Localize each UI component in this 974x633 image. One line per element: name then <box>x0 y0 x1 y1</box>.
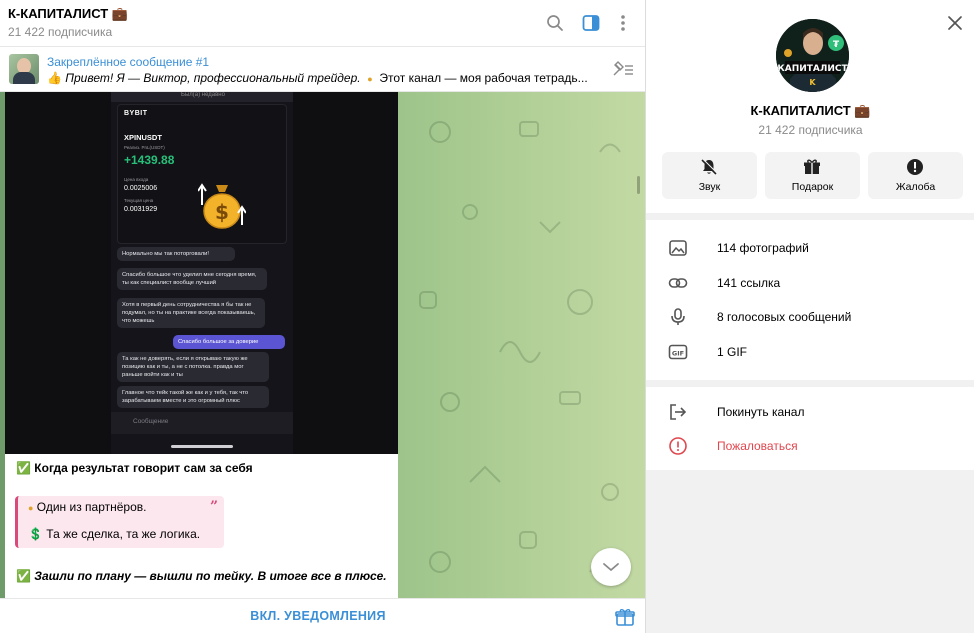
avatar-text: КАПИТАЛИСТ <box>777 64 848 74</box>
profile-name: К-КАПИТАЛИСТ 💼 <box>750 103 871 118</box>
profile-panel: ₮ КАПИТАЛИСТ K К-КАПИТАЛИСТ 💼 21 422 под… <box>645 0 974 633</box>
trade-pair: XPINUSDT <box>124 133 162 142</box>
logout-icon <box>670 404 687 420</box>
thumbs-up-emoji: 👍 <box>47 71 62 85</box>
svg-text:K: K <box>809 78 816 87</box>
pinned-main-text: Привет! Я — Виктор, профессиональный тре… <box>65 71 361 85</box>
chat-header[interactable]: К-КАПИТАЛИСТ 💼 21 422 подписчика <box>0 0 645 47</box>
bottom-bar: ВКЛ. УВЕДОМЛЕНИЯ <box>0 598 645 633</box>
report-channel-button[interactable]: Пожаловаться <box>646 429 974 463</box>
report-button[interactable]: Жалоба <box>868 152 963 199</box>
screenshot-input-bar: Сообщение <box>111 412 293 434</box>
media-row-gif[interactable]: GIF 1 GIF <box>646 335 974 369</box>
shared-media-list: 114 фотографий 141 ссылка 8 голосовых со… <box>646 220 974 380</box>
current-price-value: 0.0031929 <box>124 206 158 213</box>
photo-icon <box>669 240 687 256</box>
link-icon <box>668 278 688 288</box>
gift-label: Подарок <box>791 181 834 193</box>
gift-icon <box>804 159 820 174</box>
channel-post: Был(а) недавно BYBIT XPINUSDT Реализ. Pn… <box>5 92 398 598</box>
svg-text:$: $ <box>215 200 229 224</box>
dollar-emoji: 💲 <box>28 527 43 541</box>
pinned-rest-text: Этот канал — моя рабочая тетрадь... <box>379 71 588 85</box>
report-label: Жалоба <box>895 181 936 193</box>
mute-button[interactable]: Звук <box>662 152 757 199</box>
media-row-photos[interactable]: 114 фотографий <box>646 231 974 265</box>
screenshot-message-own: Спасибо большое за доверие <box>173 335 285 349</box>
alert-icon <box>669 437 687 455</box>
avatar[interactable]: ₮ КАПИТАЛИСТ K <box>776 19 849 92</box>
more-vertical-icon[interactable] <box>612 12 634 34</box>
svg-text:GIF: GIF <box>672 350 684 358</box>
phone-screenshot: Был(а) недавно BYBIT XPINUSDT Реализ. Pn… <box>111 92 293 454</box>
unpin-icon[interactable] <box>611 60 635 80</box>
chat-subscriber-count: 21 422 подписчика <box>8 25 113 39</box>
scroll-to-bottom-button[interactable] <box>591 548 631 586</box>
check-emoji: ✅ <box>16 461 31 475</box>
post-headline: ✅ Когда результат говорит сам за себя <box>16 461 253 475</box>
bullet-emoji: ● <box>28 503 34 513</box>
mute-label: Звук <box>698 181 721 193</box>
chevron-down-icon <box>603 563 619 572</box>
report-channel-label: Пожаловаться <box>717 439 798 453</box>
home-indicator <box>171 445 233 448</box>
trade-card: BYBIT XPINUSDT Реализ. PnL(USDT) +1439.8… <box>117 104 287 244</box>
post-photo[interactable]: Был(а) недавно BYBIT XPINUSDT Реализ. Pn… <box>5 92 398 454</box>
search-icon[interactable] <box>544 12 566 34</box>
mute-bell-icon <box>701 158 718 175</box>
channel-actions: Покинуть канал Пожаловаться <box>646 387 974 470</box>
entry-value: 0.0025006 <box>124 185 158 192</box>
media-row-links[interactable]: 141 ссылка <box>646 266 974 300</box>
gif-icon: GIF <box>668 344 688 360</box>
quote-line-2-text: Та же сделка, та же логика. <box>46 527 201 541</box>
quote-line-1-text: Один из партнёров. <box>36 500 147 514</box>
quote-line-2: 💲 Та же сделка, та же логика. <box>28 527 200 541</box>
chat-status-text: Был(а) недавно <box>181 92 225 98</box>
microphone-icon <box>671 308 685 325</box>
media-row-label: 8 голосовых сообщений <box>717 310 852 324</box>
pinned-preview-text: 👍 Привет! Я — Виктор, профессиональный т… <box>47 71 602 85</box>
leave-channel-label: Покинуть канал <box>717 405 805 419</box>
chat-title[interactable]: К-КАПИТАЛИСТ 💼 <box>8 6 128 22</box>
profile-card: ₮ КАПИТАЛИСТ K К-КАПИТАЛИСТ 💼 21 422 под… <box>646 0 974 213</box>
pinned-message-bar[interactable]: Закреплённое сообщение #1 👍 Привет! Я — … <box>0 48 645 92</box>
chat-panel: К-КАПИТАЛИСТ 💼 21 422 подписчика Закрепл… <box>0 0 645 633</box>
post-footer: ✅ Зашли по плану — вышли по тейку. В ито… <box>16 569 387 583</box>
media-row-voice[interactable]: 8 голосовых сообщений <box>646 300 974 334</box>
check-emoji: ✅ <box>16 569 31 583</box>
screenshot-message: Главное что тейк такой же как и у тебя, … <box>117 386 269 408</box>
pinned-thumbnail <box>9 54 39 84</box>
gift-icon[interactable] <box>615 607 635 627</box>
screenshot-message: Спасибо большое что уделил мне сегодня в… <box>117 268 267 290</box>
bullet-emoji: ● <box>367 74 373 84</box>
media-row-label: 114 фотографий <box>717 241 809 255</box>
pnl-value: +1439.88 <box>124 153 175 167</box>
media-row-label: 141 ссылка <box>717 276 781 290</box>
entry-label: Цена входа <box>124 177 149 182</box>
quote-mark-icon: ” <box>209 499 218 515</box>
enable-notifications-button[interactable]: ВКЛ. УВЕДОМЛЕНИЯ <box>0 599 636 633</box>
post-footer-text: Зашли по плану — вышли по тейку. В итоге… <box>34 569 387 583</box>
screenshot-message: Хотя в первый день сотрудничества я бы т… <box>117 298 265 328</box>
quote-line-1: ● Один из партнёров. <box>28 500 147 514</box>
svg-text:₮: ₮ <box>833 40 840 50</box>
pinned-label: Закреплённое сообщение #1 <box>47 55 210 69</box>
current-price-label: Текущая цена <box>124 198 154 203</box>
post-headline-text: Когда результат говорит сам за себя <box>34 461 253 475</box>
pnl-label: Реализ. PnL(USDT) <box>124 145 165 150</box>
sidebar-toggle-icon[interactable] <box>580 12 602 34</box>
media-row-label: 1 GIF <box>717 345 748 359</box>
profile-subscriber-count: 21 422 подписчика <box>758 123 863 137</box>
money-bag-icon: $ <box>198 183 246 229</box>
report-icon <box>907 159 923 175</box>
gift-button[interactable]: Подарок <box>765 152 860 199</box>
screenshot-message: Нормально мы так поторговали! <box>117 247 235 261</box>
quote-block: ” ● Один из партнёров. 💲 Та же сделка, т… <box>15 496 224 548</box>
screenshot-message: Та как не доверять, если я открываю таку… <box>117 352 269 382</box>
chat-scrollbar[interactable] <box>637 176 640 194</box>
close-icon[interactable] <box>945 13 965 33</box>
exchange-logo: BYBIT <box>124 110 148 117</box>
screenshot-input-placeholder: Сообщение <box>133 418 169 425</box>
leave-channel-button[interactable]: Покинуть канал <box>646 395 974 429</box>
